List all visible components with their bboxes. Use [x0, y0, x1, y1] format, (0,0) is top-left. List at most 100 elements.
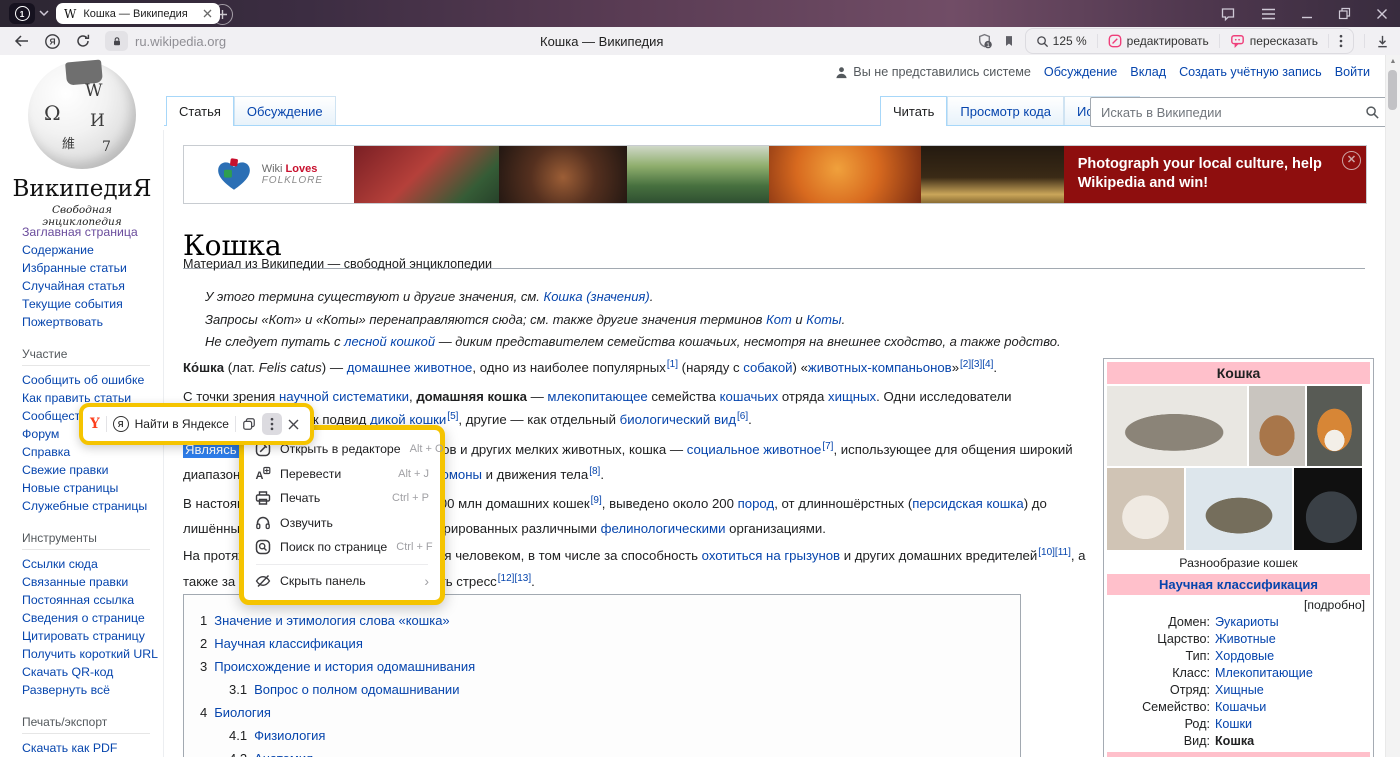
- more-options-icon[interactable]: [1339, 34, 1343, 48]
- sidebar-item[interactable]: Сведения о странице: [22, 609, 162, 627]
- wiki-loves-folklore-banner[interactable]: Wiki Loves FOLKLORE Photograph your loca…: [183, 145, 1367, 204]
- menu-item[interactable]: ПечатьCtrl + P: [244, 486, 440, 511]
- personal-link[interactable]: Войти: [1335, 65, 1370, 79]
- bookmark-icon[interactable]: [1003, 34, 1015, 48]
- personal-link[interactable]: Создать учётную запись: [1179, 65, 1322, 79]
- article-link[interactable]: биологический вид: [620, 412, 736, 427]
- menu-item[interactable]: Озвучить: [244, 511, 440, 536]
- toolbar-more-button[interactable]: [262, 413, 282, 435]
- minimize-icon[interactable]: [1301, 8, 1313, 20]
- sidebar-item[interactable]: Избранные статьи: [22, 259, 162, 277]
- banner-message[interactable]: Photograph your local culture, help Wiki…: [1064, 146, 1366, 203]
- page-tab[interactable]: Просмотр кода: [947, 96, 1064, 126]
- toc-item[interactable]: 4Биология: [200, 701, 1020, 724]
- toc-item[interactable]: 3Происхождение и история одомашнивания: [200, 655, 1020, 678]
- page-scrollbar[interactable]: ▲: [1385, 55, 1400, 757]
- copy-icon[interactable]: [242, 417, 256, 431]
- sidebar-item[interactable]: Содержание: [22, 241, 162, 259]
- toc-link[interactable]: Происхождение и история одомашнивания: [214, 655, 475, 678]
- side-panel-icon[interactable]: [1220, 6, 1236, 22]
- zoom-control[interactable]: 125 %: [1036, 34, 1087, 48]
- toolbar-close-icon[interactable]: [288, 419, 299, 430]
- ref-link[interactable]: [6]: [737, 411, 748, 422]
- sidebar-item[interactable]: Случайная статья: [22, 277, 162, 295]
- edit-button[interactable]: редактировать: [1108, 34, 1209, 48]
- taxonomy-value[interactable]: Эукариоты: [1215, 614, 1370, 631]
- article-link[interactable]: лесной кошкой: [344, 334, 435, 349]
- personal-link[interactable]: Вклад: [1130, 65, 1166, 79]
- taxonomy-value[interactable]: Кошки: [1215, 716, 1370, 733]
- downloads-icon[interactable]: [1375, 34, 1390, 49]
- article-link[interactable]: пород: [738, 496, 775, 511]
- ref-link[interactable]: [1]: [667, 359, 678, 370]
- ref-link[interactable]: [10][11]: [1038, 547, 1071, 558]
- toc-item[interactable]: 4.1Физиология: [200, 724, 1020, 747]
- toc-item[interactable]: 2Научная классификация: [200, 632, 1020, 655]
- menu-item[interactable]: Скрыть панель›: [244, 569, 440, 594]
- sidebar-item[interactable]: Скачать QR-код: [22, 663, 162, 681]
- page-tab[interactable]: Статья: [166, 96, 234, 126]
- toc-link[interactable]: Значение и этимология слова «кошка»: [214, 609, 449, 632]
- sidebar-item[interactable]: Связанные правки: [22, 573, 162, 591]
- classification-header[interactable]: Научная классификация: [1107, 574, 1370, 595]
- scroll-up-arrow[interactable]: ▲: [1386, 58, 1400, 65]
- ref-link[interactable]: [9]: [591, 495, 602, 506]
- wikipedia-logo[interactable]: Ω W И 7 維 ВикипедиЯ Свободная энциклопед…: [12, 61, 152, 228]
- restore-icon[interactable]: [1338, 7, 1351, 20]
- tab-group-control[interactable]: 1: [9, 3, 49, 24]
- sidebar-item[interactable]: Развернуть всё: [22, 681, 162, 699]
- menu-item[interactable]: АПеревестиAlt + J: [244, 462, 440, 487]
- taxonomy-value[interactable]: Хищные: [1215, 682, 1370, 699]
- toc-link[interactable]: Анатомия: [254, 747, 313, 757]
- ref-link[interactable]: [2][3][4]: [960, 359, 993, 370]
- reload-button[interactable]: [75, 33, 91, 49]
- search-input[interactable]: [1099, 104, 1365, 121]
- retell-button[interactable]: пересказать: [1230, 34, 1318, 48]
- sidebar-item[interactable]: Справка: [22, 443, 162, 461]
- taxonomy-value[interactable]: Хордовые: [1215, 648, 1370, 665]
- search-icon[interactable]: [1365, 105, 1380, 120]
- article-link[interactable]: фелинологическими: [601, 521, 726, 536]
- article-link[interactable]: собакой: [743, 360, 792, 375]
- yandex-search-button[interactable]: Я: [44, 33, 61, 50]
- wiki-search-box[interactable]: [1090, 97, 1389, 127]
- article-link[interactable]: охотиться на грызунов: [702, 548, 840, 563]
- toc-item[interactable]: 4.2Анатомия: [200, 747, 1020, 757]
- taxonomy-value[interactable]: Млекопитающие: [1215, 665, 1370, 682]
- toc-item[interactable]: 3.1Вопрос о полном одомашнивании: [200, 678, 1020, 701]
- sidebar-item[interactable]: Текущие события: [22, 295, 162, 313]
- menu-hamburger-icon[interactable]: [1261, 8, 1276, 20]
- personal-link[interactable]: Обсуждение: [1044, 65, 1117, 79]
- sidebar-item[interactable]: Новые страницы: [22, 479, 162, 497]
- article-link[interactable]: персидская кошка: [912, 496, 1023, 511]
- toc-link[interactable]: Вопрос о полном одомашнивании: [254, 678, 459, 701]
- article-link[interactable]: кошачьих: [720, 389, 779, 404]
- toc-link[interactable]: Биология: [214, 701, 271, 724]
- sidebar-item[interactable]: Заглавная страница: [22, 223, 162, 241]
- article-link[interactable]: социальное животное: [687, 442, 822, 457]
- new-tab-button[interactable]: [212, 4, 233, 25]
- detail-link[interactable]: [подробно]: [1107, 595, 1370, 613]
- close-icon[interactable]: [1376, 8, 1388, 20]
- taxonomy-value[interactable]: Кошачьи: [1215, 699, 1370, 716]
- ref-link[interactable]: [7]: [822, 441, 833, 452]
- sidebar-item[interactable]: Получить короткий URL: [22, 645, 162, 663]
- article-link[interactable]: Кошка (значения): [544, 289, 650, 304]
- ref-link[interactable]: [8]: [589, 466, 600, 477]
- article-link[interactable]: млекопитающее: [547, 389, 647, 404]
- article-link[interactable]: хищных: [828, 389, 876, 404]
- article-link[interactable]: домашнее животное: [347, 360, 473, 375]
- article-link[interactable]: Коты: [806, 312, 841, 327]
- tab-close-icon[interactable]: [203, 9, 212, 18]
- lock-icon[interactable]: [105, 31, 128, 51]
- protect-icon[interactable]: 1: [976, 33, 993, 49]
- scrollbar-thumb[interactable]: [1388, 70, 1397, 110]
- toc-link[interactable]: Научная классификация: [214, 632, 363, 655]
- sidebar-item[interactable]: Пожертвовать: [22, 313, 162, 331]
- ref-link[interactable]: [12][13]: [498, 573, 531, 584]
- page-tab[interactable]: Обсуждение: [234, 96, 336, 126]
- page-tab[interactable]: Читать: [880, 96, 947, 126]
- ref-link[interactable]: [5]: [447, 411, 458, 422]
- taxonomy-value[interactable]: Животные: [1215, 631, 1370, 648]
- banner-close-icon[interactable]: ✕: [1342, 151, 1361, 170]
